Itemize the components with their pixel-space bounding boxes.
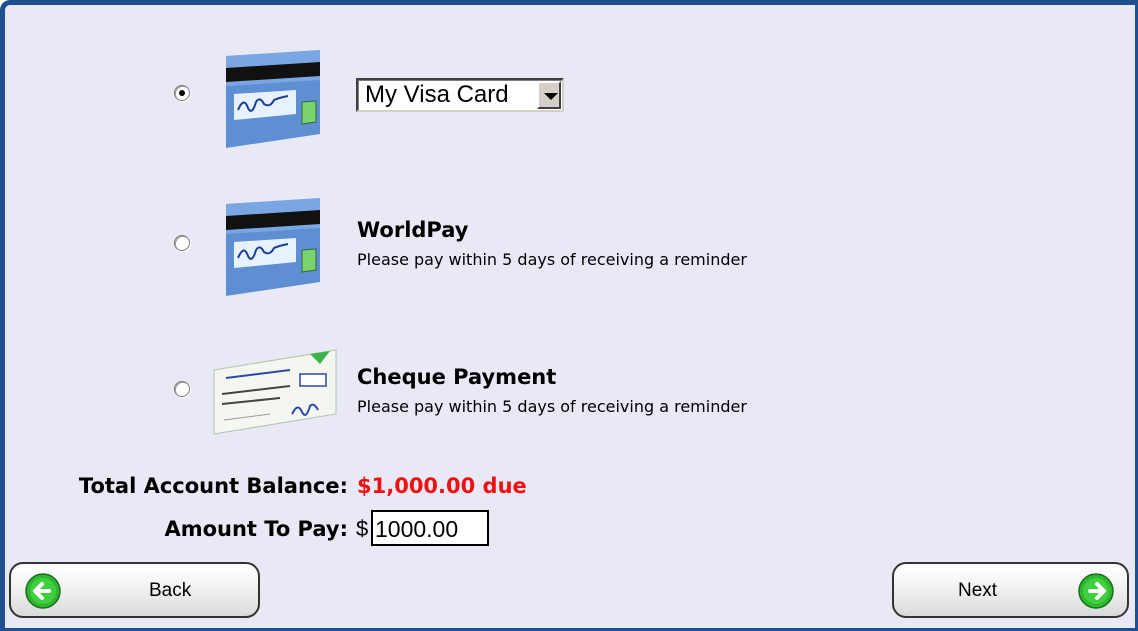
next-button-label: Next (958, 580, 998, 601)
chevron-down-icon[interactable] (537, 81, 561, 109)
back-button-label: Back (149, 580, 192, 601)
next-button[interactable]: Next (892, 562, 1129, 618)
radio-visa-card[interactable] (174, 85, 190, 101)
saved-card-select[interactable]: My Visa Card (356, 78, 564, 112)
radio-cheque-payment[interactable] (174, 381, 190, 397)
arrow-left-icon (25, 573, 61, 609)
total-balance-value: $1,000.00 due (357, 474, 527, 498)
credit-card-icon (226, 50, 320, 148)
credit-card-icon (226, 198, 320, 296)
amount-to-pay-input[interactable] (371, 510, 489, 546)
radio-worldpay[interactable] (174, 235, 190, 251)
worldpay-title: WorldPay (357, 218, 469, 242)
amount-to-pay-label: Amount To Pay: (164, 517, 348, 541)
total-balance-label: Total Account Balance: (78, 474, 348, 498)
currency-symbol: $ (356, 516, 369, 541)
arrow-right-icon (1078, 573, 1114, 609)
worldpay-description: Please pay within 5 days of receiving a … (357, 250, 747, 269)
cheque-icon (213, 349, 337, 435)
cheque-description: Please pay within 5 days of receiving a … (357, 397, 747, 416)
cheque-title: Cheque Payment (357, 365, 557, 389)
back-button[interactable]: Back (9, 562, 260, 618)
saved-card-select-value: My Visa Card (365, 81, 509, 108)
